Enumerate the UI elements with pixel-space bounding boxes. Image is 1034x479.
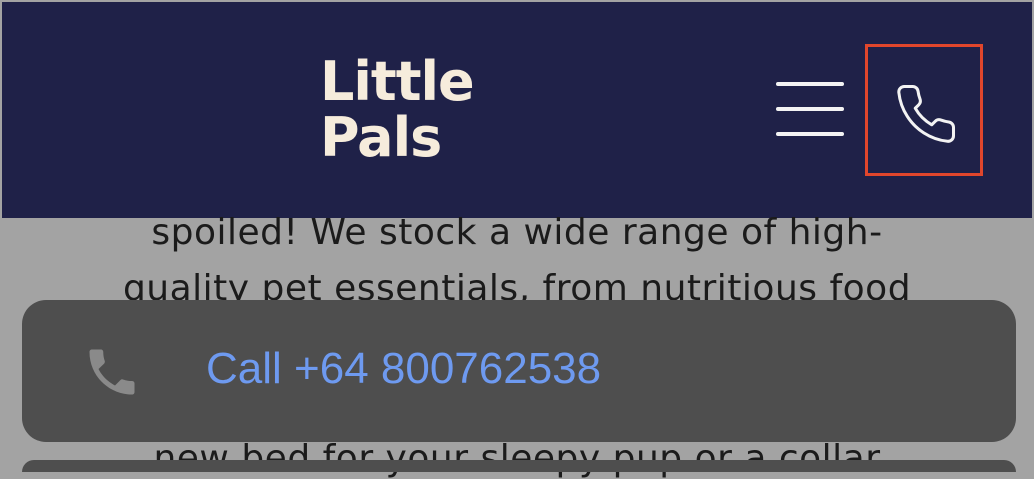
phone-icon bbox=[89, 349, 135, 395]
content-text-line-1: spoiled! We stock a wide range of high- bbox=[151, 212, 883, 253]
hamburger-menu-icon bbox=[776, 82, 844, 86]
site-header: Little Pals bbox=[2, 2, 1032, 218]
logo-line-1: Little bbox=[320, 50, 475, 113]
logo-line-2: Pals bbox=[320, 106, 442, 169]
call-phone-link[interactable]: Call +64 800762538 bbox=[206, 344, 601, 394]
call-action-sheet: Call +64 800762538 bbox=[22, 300, 1016, 442]
site-logo[interactable]: Little Pals bbox=[320, 50, 475, 169]
phone-button[interactable] bbox=[865, 44, 983, 176]
menu-button[interactable] bbox=[776, 82, 846, 138]
next-sheet-edge bbox=[22, 460, 1016, 472]
content-text-line-3: new bed for your sleepy pup or a collar bbox=[153, 438, 881, 479]
phone-icon bbox=[897, 84, 956, 143]
